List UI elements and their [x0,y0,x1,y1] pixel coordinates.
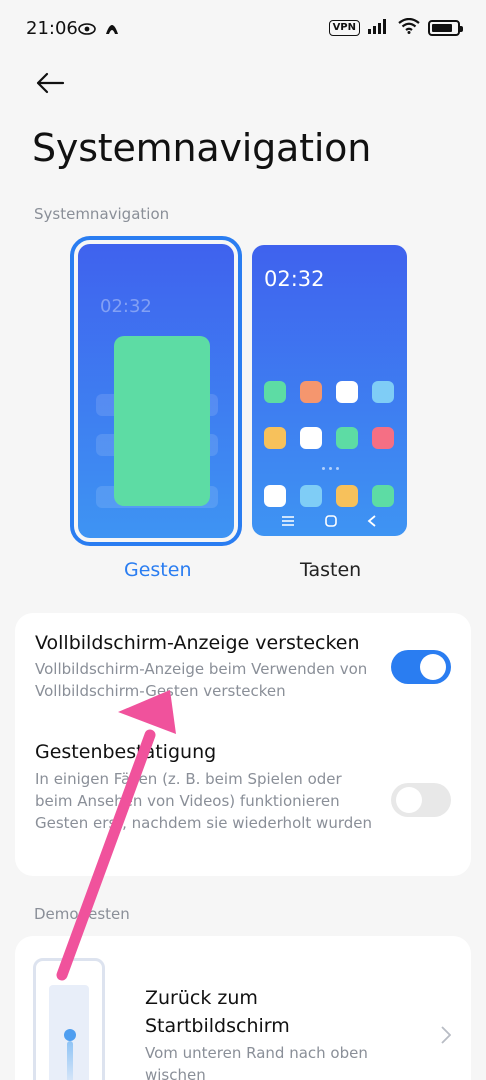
section-label-navigation: Systemnavigation [34,205,170,223]
app-card-preview [114,336,210,506]
toggle-hide-indicator[interactable] [391,650,451,684]
status-right-icons: VPN [328,17,463,38]
menu-icon [282,516,295,526]
settings-card: Vollbildschirm-Anzeige verstecken Vollbi… [15,613,471,876]
back-chevron-icon [367,515,376,527]
demo-description: Vom unteren Rand nach oben wischen [145,1044,368,1080]
gestures-option-card[interactable]: 02:32 [70,236,242,546]
signal-icon [368,18,390,38]
keys-option-card[interactable]: 02:32 [252,245,407,536]
status-left-icons [78,20,120,40]
page-title: Systemnavigation [32,126,372,170]
section-label-demo: Demogesten [34,905,130,923]
setting-title: Vollbildschirm-Anzeige verstecken [35,632,360,654]
app-icon [264,381,286,403]
gestures-preview: 02:32 [78,244,234,538]
app-icon [336,381,358,403]
demo-title: Zurück zum Startbildschirm [145,987,290,1037]
demo-gesture-item[interactable]: Zurück zum Startbildschirm Vom unteren R… [15,936,471,1080]
app-icon [300,381,322,403]
back-button[interactable] [30,66,70,100]
gestures-preview-time: 02:32 [100,296,152,317]
toggle-knob [420,654,446,680]
app-icon [336,427,358,449]
arrow-left-icon [36,72,65,94]
app-icon [372,427,394,449]
screen: 21:06 VPN Systemnavigation Systemnavigat… [0,0,486,1080]
nav-keys-bar [252,515,407,527]
battery-icon [428,20,463,36]
page-indicator [322,467,339,470]
app-icon [372,485,394,507]
swipe-trail [67,1041,73,1080]
app-icon [336,485,358,507]
wifi-icon [398,17,420,38]
toggle-gesture-confirmation[interactable] [391,783,451,817]
vpn-badge: VPN [328,20,360,36]
touch-dot [64,1029,76,1041]
setting-description: In einigen Fällen (z. B. beim Spielen od… [35,770,372,832]
app-icon [372,381,394,403]
status-bar: 21:06 VPN [0,0,486,60]
option-label-gestures[interactable]: Gesten [124,559,192,581]
app-icon [264,427,286,449]
app-icon [264,485,286,507]
app-icon [300,485,322,507]
status-time: 21:06 [26,18,78,39]
toggle-knob [396,787,422,813]
setting-description: Vollbildschirm-Anzeige beim Verwenden vo… [35,660,368,700]
home-square-icon [324,515,337,527]
app-icon [300,427,322,449]
setting-title: Gestenbestätigung [35,741,217,763]
keys-preview-time: 02:32 [264,267,325,291]
demo-phone-illustration [33,958,105,1080]
option-label-keys[interactable]: Tasten [300,559,361,581]
battery-fill [432,24,452,32]
arc-icon [104,20,120,40]
eye-icon [78,21,96,40]
chevron-right-icon [441,1026,451,1044]
